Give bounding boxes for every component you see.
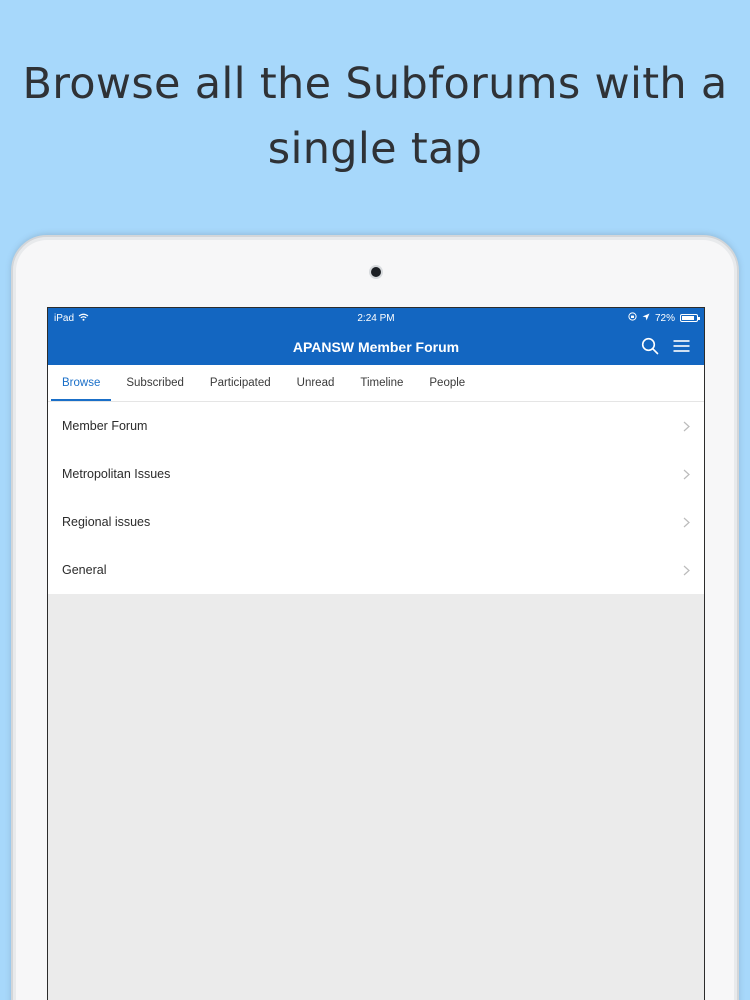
status-time: 2:24 PM (357, 313, 395, 324)
promo-screen: Browse all the Subforums with a single t… (0, 0, 750, 1000)
subforum-label: Member Forum (62, 419, 148, 433)
location-arrow-icon (642, 313, 650, 324)
subforum-label: Regional issues (62, 515, 151, 529)
subforum-label: General (62, 563, 107, 577)
chevron-right-icon (683, 565, 690, 576)
subforum-item-regional-issues[interactable]: Regional issues (48, 498, 704, 546)
chevron-right-icon (683, 469, 690, 480)
subforum-item-metropolitan-issues[interactable]: Metropolitan Issues (48, 450, 704, 498)
subforum-item-member-forum[interactable]: Member Forum (48, 402, 704, 450)
subforum-list: Member Forum Metropolitan Issues Regiona… (48, 402, 704, 594)
subforum-label: Metropolitan Issues (62, 467, 171, 481)
ipad-frame: iPad 2:24 PM 72% APANSW Member Forum Bro… (11, 235, 739, 1000)
chevron-right-icon (683, 421, 690, 432)
tab-timeline[interactable]: Timeline (349, 365, 414, 401)
battery-icon (680, 314, 700, 322)
front-camera (371, 267, 381, 277)
nav-bar: APANSW Member Forum (48, 328, 704, 365)
tab-subscribed[interactable]: Subscribed (115, 365, 195, 401)
battery-percent: 72% (654, 312, 675, 324)
search-icon[interactable] (641, 337, 659, 355)
tab-participated[interactable]: Participated (199, 365, 282, 401)
promo-line-1: Browse all the Subforums with a (22, 59, 728, 109)
status-right: 72% (628, 312, 700, 324)
promo-headline: Browse all the Subforums with a single t… (0, 52, 750, 182)
tab-unread[interactable]: Unread (286, 365, 346, 401)
status-bar: iPad 2:24 PM 72% (48, 308, 704, 328)
tab-people[interactable]: People (418, 365, 476, 401)
subforum-item-general[interactable]: General (48, 546, 704, 594)
nav-title: APANSW Member Forum (292, 339, 460, 355)
promo-line-2: single tap (267, 124, 483, 174)
empty-content-area (48, 594, 704, 1000)
orientation-lock-icon (628, 312, 637, 324)
app-screen: iPad 2:24 PM 72% APANSW Member Forum Bro… (47, 307, 705, 1000)
nav-actions (641, 337, 690, 355)
tab-bar: Browse Subscribed Participated Unread Ti… (48, 365, 704, 402)
menu-icon[interactable] (673, 339, 690, 353)
chevron-right-icon (683, 517, 690, 528)
tab-browse[interactable]: Browse (51, 365, 112, 401)
